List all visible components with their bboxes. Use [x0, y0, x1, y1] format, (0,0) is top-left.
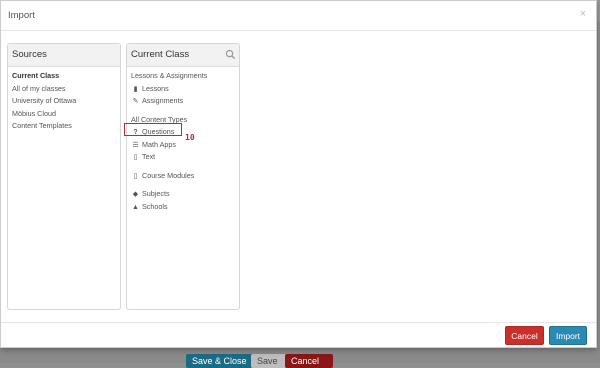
- item-text-label: Text: [142, 152, 156, 161]
- item-lessons[interactable]: ▮ Lessons: [131, 83, 237, 96]
- sources-list: Current Class All of my classes Universi…: [12, 70, 118, 133]
- item-course-modules-label: Course Modules: [142, 170, 195, 180]
- background-save-close-button: Save & Close: [186, 354, 258, 368]
- item-subjects-label: Subjects: [142, 189, 170, 198]
- questions-highlight-box: [124, 123, 182, 136]
- document-icon: ▯: [133, 154, 138, 161]
- item-course-modules[interactable]: ▯ Course Modules: [131, 170, 237, 183]
- source-item-all-classes[interactable]: All of my classes: [12, 83, 118, 96]
- close-icon[interactable]: ×: [580, 9, 586, 20]
- current-class-list: Lessons & Assignments ▮ Lessons ✎ Assignme…: [131, 70, 237, 213]
- sources-heading: Sources: [8, 44, 120, 67]
- import-modal: Import × Sources Current Class All of my…: [0, 0, 597, 348]
- item-lessons-label: Lessons: [142, 83, 169, 93]
- source-item-university[interactable]: University of Ottawa: [12, 95, 118, 108]
- item-schools[interactable]: ▲ Schools: [131, 201, 237, 214]
- sources-panel: Sources Current Class All of my classes …: [7, 43, 121, 310]
- source-item-mobius-cloud[interactable]: Möbius Cloud: [12, 108, 118, 121]
- modal-header: Import ×: [1, 1, 596, 31]
- group-label-lessons-assignments: Lessons & Assignments: [131, 71, 208, 80]
- cancel-button[interactable]: Cancel: [505, 326, 544, 345]
- search-icon[interactable]: [225, 49, 236, 60]
- module-icon: ▯: [133, 172, 138, 180]
- current-class-panel: Current Class Lessons & Assignments ▮ Les…: [126, 43, 240, 310]
- source-item-current-class[interactable]: Current Class: [12, 70, 118, 83]
- current-class-heading: Current Class: [127, 44, 239, 67]
- background-cancel-button: Cancel: [285, 354, 333, 368]
- item-assignments[interactable]: ✎ Assignments: [131, 95, 237, 108]
- source-item-content-templates[interactable]: Content Templates: [12, 120, 118, 133]
- item-text[interactable]: ▯ Text: [131, 151, 237, 164]
- item-math-apps-label: Math Apps: [142, 139, 176, 149]
- import-button[interactable]: Import: [549, 326, 587, 345]
- item-schools-label: Schools: [142, 201, 168, 211]
- current-class-title: Current Class: [131, 49, 190, 60]
- tag-icon: ◆: [132, 191, 139, 198]
- item-subjects[interactable]: ◆ Subjects: [131, 188, 237, 201]
- background-save-button: Save: [251, 354, 289, 368]
- item-math-apps[interactable]: ☰ Math Apps: [131, 139, 237, 152]
- annotation-number: 10: [185, 133, 195, 142]
- graduation-cap-icon: ▲: [132, 203, 139, 211]
- pencil-icon: ✎: [132, 98, 139, 105]
- item-assignments-label: Assignments: [142, 96, 184, 105]
- modal-title: Import: [8, 10, 35, 21]
